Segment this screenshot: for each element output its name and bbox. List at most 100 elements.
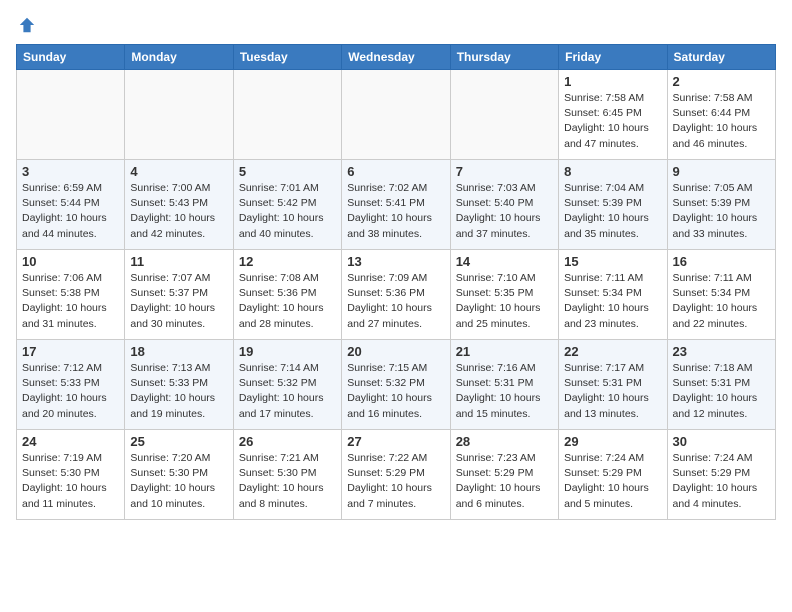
day-info: Sunrise: 7:07 AM Sunset: 5:37 PM Dayligh… — [130, 271, 227, 332]
day-info: Sunrise: 7:09 AM Sunset: 5:36 PM Dayligh… — [347, 271, 444, 332]
day-cell-9: 9 Sunrise: 7:05 AM Sunset: 5:39 PM Daylig… — [667, 160, 775, 250]
day-cell-7: 7 Sunrise: 7:03 AM Sunset: 5:40 PM Daylig… — [450, 160, 558, 250]
day-info: Sunrise: 7:20 AM Sunset: 5:30 PM Dayligh… — [130, 451, 227, 512]
day-cell-29: 29 Sunrise: 7:24 AM Sunset: 5:29 PM Dayli… — [559, 430, 667, 520]
day-cell-21: 21 Sunrise: 7:16 AM Sunset: 5:31 PM Dayli… — [450, 340, 558, 430]
day-info: Sunrise: 7:04 AM Sunset: 5:39 PM Dayligh… — [564, 181, 661, 242]
empty-cell — [450, 70, 558, 160]
day-number: 27 — [347, 434, 444, 449]
day-info: Sunrise: 7:03 AM Sunset: 5:40 PM Dayligh… — [456, 181, 553, 242]
day-cell-26: 26Sunrise: 7:21 AM Sunset: 5:30 PM Dayli… — [233, 430, 341, 520]
day-cell-17: 17 Sunrise: 7:12 AM Sunset: 5:33 PM Dayli… — [17, 340, 125, 430]
day-cell-8: 8 Sunrise: 7:04 AM Sunset: 5:39 PM Daylig… — [559, 160, 667, 250]
weekday-header-friday: Friday — [559, 45, 667, 70]
day-number: 21 — [456, 344, 553, 359]
day-info: Sunrise: 7:12 AM Sunset: 5:33 PM Dayligh… — [22, 361, 119, 422]
day-number: 8 — [564, 164, 661, 179]
day-number: 22 — [564, 344, 661, 359]
day-number: 24 — [22, 434, 119, 449]
weekday-header-wednesday: Wednesday — [342, 45, 450, 70]
day-number: 23 — [673, 344, 770, 359]
day-cell-10: 10 Sunrise: 7:06 AM Sunset: 5:38 PM Dayli… — [17, 250, 125, 340]
day-cell-5: 5 Sunrise: 7:01 AM Sunset: 5:42 PM Daylig… — [233, 160, 341, 250]
day-cell-22: 22 Sunrise: 7:17 AM Sunset: 5:31 PM Dayli… — [559, 340, 667, 430]
day-info: Sunrise: 7:22 AM Sunset: 5:29 PM Dayligh… — [347, 451, 444, 512]
day-number: 19 — [239, 344, 336, 359]
day-cell-4: 4 Sunrise: 7:00 AM Sunset: 5:43 PM Daylig… — [125, 160, 233, 250]
day-cell-3: 3 Sunrise: 6:59 AM Sunset: 5:44 PM Daylig… — [17, 160, 125, 250]
day-cell-25: 25 Sunrise: 7:20 AM Sunset: 5:30 PM Dayli… — [125, 430, 233, 520]
day-info: Sunrise: 7:15 AM Sunset: 5:32 PM Dayligh… — [347, 361, 444, 422]
day-number: 29 — [564, 434, 661, 449]
empty-cell — [233, 70, 341, 160]
day-number: 28 — [456, 434, 553, 449]
day-info: Sunrise: 7:01 AM Sunset: 5:42 PM Dayligh… — [239, 181, 336, 242]
day-info: Sunrise: 7:17 AM Sunset: 5:31 PM Dayligh… — [564, 361, 661, 422]
day-number: 6 — [347, 164, 444, 179]
day-number: 18 — [130, 344, 227, 359]
day-cell-27: 27 Sunrise: 7:22 AM Sunset: 5:29 PM Dayli… — [342, 430, 450, 520]
day-number: 17 — [22, 344, 119, 359]
page-header — [16, 16, 776, 34]
day-info: Sunrise: 7:24 AM Sunset: 5:29 PM Dayligh… — [564, 451, 661, 512]
day-number: 26 — [239, 434, 336, 449]
day-info: Sunrise: 7:19 AM Sunset: 5:30 PM Dayligh… — [22, 451, 119, 512]
day-info: Sunrise: 7:05 AM Sunset: 5:39 PM Dayligh… — [673, 181, 770, 242]
empty-cell — [342, 70, 450, 160]
weekday-header-tuesday: Tuesday — [233, 45, 341, 70]
day-info: Sunrise: 6:59 AM Sunset: 5:44 PM Dayligh… — [22, 181, 119, 242]
day-number: 13 — [347, 254, 444, 269]
day-info: Sunrise: 7:11 AM Sunset: 5:34 PM Dayligh… — [564, 271, 661, 332]
day-number: 10 — [22, 254, 119, 269]
day-cell-6: 6 Sunrise: 7:02 AM Sunset: 5:41 PM Daylig… — [342, 160, 450, 250]
day-cell-16: 16 Sunrise: 7:11 AM Sunset: 5:34 PM Dayli… — [667, 250, 775, 340]
weekday-header-thursday: Thursday — [450, 45, 558, 70]
day-info: Sunrise: 7:06 AM Sunset: 5:38 PM Dayligh… — [22, 271, 119, 332]
day-number: 16 — [673, 254, 770, 269]
day-cell-15: 15 Sunrise: 7:11 AM Sunset: 5:34 PM Dayli… — [559, 250, 667, 340]
day-cell-20: 20Sunrise: 7:15 AM Sunset: 5:32 PM Dayli… — [342, 340, 450, 430]
day-cell-30: 30 Sunrise: 7:24 AM Sunset: 5:29 PM Dayli… — [667, 430, 775, 520]
day-info: Sunrise: 7:02 AM Sunset: 5:41 PM Dayligh… — [347, 181, 444, 242]
day-cell-24: 24 Sunrise: 7:19 AM Sunset: 5:30 PM Dayli… — [17, 430, 125, 520]
day-cell-11: 11Sunrise: 7:07 AM Sunset: 5:37 PM Dayli… — [125, 250, 233, 340]
day-number: 5 — [239, 164, 336, 179]
day-info: Sunrise: 7:58 AM Sunset: 6:44 PM Dayligh… — [673, 91, 770, 152]
day-number: 3 — [22, 164, 119, 179]
day-number: 15 — [564, 254, 661, 269]
day-number: 4 — [130, 164, 227, 179]
day-info: Sunrise: 7:10 AM Sunset: 5:35 PM Dayligh… — [456, 271, 553, 332]
week-row-3: 10 Sunrise: 7:06 AM Sunset: 5:38 PM Dayli… — [17, 250, 776, 340]
calendar-table: SundayMondayTuesdayWednesdayThursdayFrid… — [16, 44, 776, 520]
day-cell-28: 28 Sunrise: 7:23 AM Sunset: 5:29 PM Dayli… — [450, 430, 558, 520]
day-number: 25 — [130, 434, 227, 449]
logo-icon — [18, 16, 36, 34]
week-row-5: 24 Sunrise: 7:19 AM Sunset: 5:30 PM Dayli… — [17, 430, 776, 520]
day-info: Sunrise: 7:16 AM Sunset: 5:31 PM Dayligh… — [456, 361, 553, 422]
day-number: 30 — [673, 434, 770, 449]
day-info: Sunrise: 7:14 AM Sunset: 5:32 PM Dayligh… — [239, 361, 336, 422]
week-row-4: 17 Sunrise: 7:12 AM Sunset: 5:33 PM Dayli… — [17, 340, 776, 430]
week-row-1: 1Sunrise: 7:58 AM Sunset: 6:45 PM Daylig… — [17, 70, 776, 160]
weekday-header-monday: Monday — [125, 45, 233, 70]
week-row-2: 3 Sunrise: 6:59 AM Sunset: 5:44 PM Daylig… — [17, 160, 776, 250]
day-number: 1 — [564, 74, 661, 89]
empty-cell — [125, 70, 233, 160]
day-cell-23: 23 Sunrise: 7:18 AM Sunset: 5:31 PM Dayli… — [667, 340, 775, 430]
day-info: Sunrise: 7:11 AM Sunset: 5:34 PM Dayligh… — [673, 271, 770, 332]
weekday-header-sunday: Sunday — [17, 45, 125, 70]
day-cell-12: 12Sunrise: 7:08 AM Sunset: 5:36 PM Dayli… — [233, 250, 341, 340]
day-number: 12 — [239, 254, 336, 269]
day-number: 14 — [456, 254, 553, 269]
day-cell-14: 14 Sunrise: 7:10 AM Sunset: 5:35 PM Dayli… — [450, 250, 558, 340]
day-info: Sunrise: 7:23 AM Sunset: 5:29 PM Dayligh… — [456, 451, 553, 512]
day-info: Sunrise: 7:24 AM Sunset: 5:29 PM Dayligh… — [673, 451, 770, 512]
weekday-header-row: SundayMondayTuesdayWednesdayThursdayFrid… — [17, 45, 776, 70]
day-number: 7 — [456, 164, 553, 179]
day-info: Sunrise: 7:13 AM Sunset: 5:33 PM Dayligh… — [130, 361, 227, 422]
day-info: Sunrise: 7:18 AM Sunset: 5:31 PM Dayligh… — [673, 361, 770, 422]
day-info: Sunrise: 7:00 AM Sunset: 5:43 PM Dayligh… — [130, 181, 227, 242]
day-number: 9 — [673, 164, 770, 179]
day-cell-1: 1Sunrise: 7:58 AM Sunset: 6:45 PM Daylig… — [559, 70, 667, 160]
empty-cell — [17, 70, 125, 160]
